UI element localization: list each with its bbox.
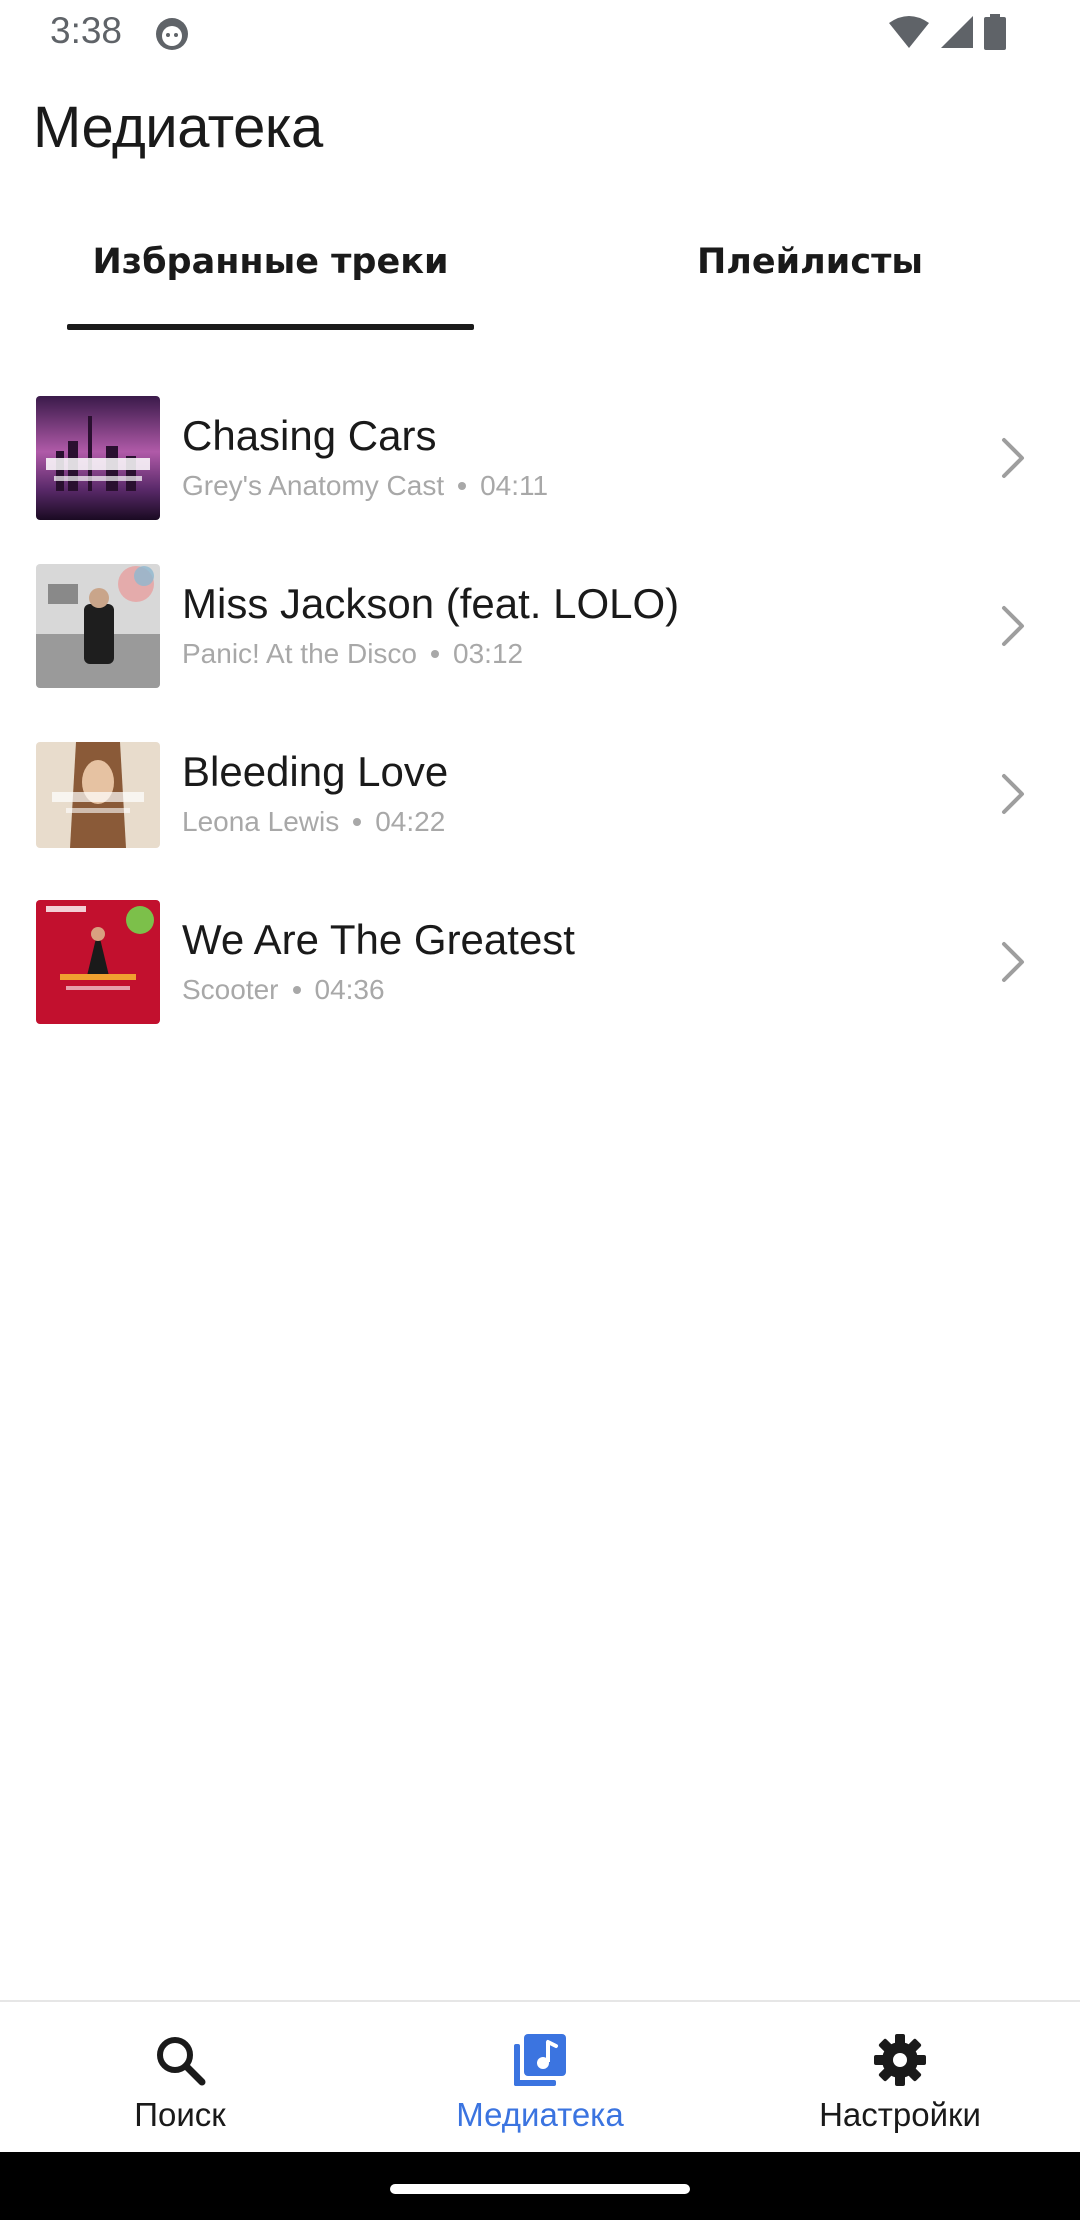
album-cover [36, 742, 160, 848]
cellular-icon [940, 15, 974, 53]
separator-dot [353, 818, 362, 826]
track-meta: Grey's Anatomy Cast 04:11 [182, 470, 548, 502]
tab-playlists[interactable]: Плейлисты [600, 220, 1020, 332]
track-duration: 03:12 [453, 638, 524, 669]
tab-bar: Избранные треки Плейлисты [0, 220, 1080, 332]
track-duration: 04:36 [314, 974, 385, 1005]
wifi-icon [888, 15, 930, 53]
nav-search[interactable]: Поиск [0, 2002, 360, 2154]
home-gesture-handle[interactable] [390, 2184, 690, 2194]
album-cover [36, 396, 160, 520]
nav-settings[interactable]: Настройки [720, 2002, 1080, 2154]
chevron-right-icon [996, 936, 1032, 988]
settings-icon [870, 2030, 930, 2090]
track-duration: 04:22 [375, 806, 446, 837]
separator-dot [458, 482, 467, 490]
track-artist: Scooter [182, 974, 279, 1005]
nav-library[interactable]: Медиатека [360, 2002, 720, 2154]
status-bar: 3:38 [0, 0, 1080, 66]
track-row[interactable]: Chasing Cars Grey's Anatomy Cast 04:11 [0, 380, 1080, 548]
status-time: 3:38 [50, 10, 123, 51]
track-duration: 04:11 [480, 470, 549, 501]
album-cover [36, 900, 160, 1024]
bottom-navigation: Поиск Медиатека Настройки [0, 2000, 1080, 2152]
page-title: Медиатека [33, 95, 323, 160]
track-row[interactable]: We Are The Greatest Scooter 04:36 [0, 884, 1080, 1052]
nav-label: Настройки [819, 2096, 981, 2133]
track-title: Chasing Cars [182, 412, 437, 459]
track-meta: Leona Lewis 04:22 [182, 806, 445, 838]
separator-dot [431, 650, 440, 658]
track-title: Bleeding Love [182, 748, 449, 795]
track-row[interactable]: Miss Jackson (feat. LOLO) Panic! At the … [0, 548, 1080, 716]
battery-icon [984, 14, 1006, 54]
track-title: Miss Jackson (feat. LOLO) [182, 580, 680, 627]
track-row[interactable]: Bleeding Love Leona Lewis 04:22 [0, 716, 1080, 884]
chevron-right-icon [996, 768, 1032, 820]
separator-dot [292, 986, 301, 994]
chevron-right-icon [996, 600, 1032, 652]
search-icon [150, 2030, 210, 2090]
system-gesture-bar [0, 2152, 1080, 2220]
tab-favorite-tracks[interactable]: Избранные треки [67, 220, 474, 332]
tab-label: Плейлисты [696, 242, 924, 282]
album-cover [36, 564, 160, 688]
track-artist: Leona Lewis [182, 806, 340, 837]
nav-label: Медиатека [456, 2096, 624, 2133]
nav-label: Поиск [134, 2096, 226, 2133]
notification-icon [154, 16, 190, 52]
track-meta: Scooter 04:36 [182, 974, 385, 1006]
status-icons [888, 14, 1006, 54]
track-artist: Panic! At the Disco [182, 638, 418, 669]
chevron-right-icon [996, 432, 1032, 484]
track-title: We Are The Greatest [182, 916, 575, 963]
library-icon [510, 2030, 570, 2090]
track-artist: Grey's Anatomy Cast [182, 470, 445, 501]
track-meta: Panic! At the Disco 03:12 [182, 638, 523, 670]
tab-label: Избранные треки [92, 242, 449, 282]
tab-indicator [67, 324, 474, 330]
